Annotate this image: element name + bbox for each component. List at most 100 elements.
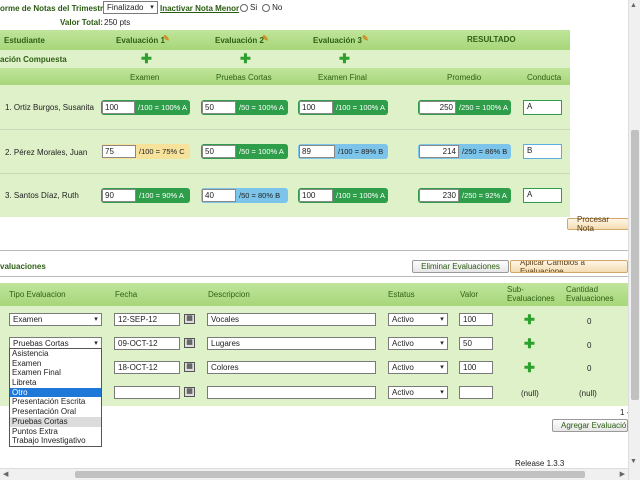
conducta-input[interactable]: A [523,188,562,203]
inactivar-label: Inactivar Nota Menor [160,4,240,13]
descripcion-input[interactable] [207,386,376,399]
section-divider [0,276,628,277]
pencil-icon[interactable]: ✎ [163,34,170,43]
pencil-icon[interactable]: ✎ [362,34,369,43]
tipo-dropdown-list[interactable]: Asistencia Examen Examen Final Libreta O… [9,348,102,447]
eliminar-evaluaciones-button[interactable]: Eliminar Evaluaciones [412,260,509,273]
dropdown-option[interactable]: Libreta [10,378,101,388]
descripcion-input[interactable]: Vocales [207,313,376,326]
radio-no-label: No [272,3,283,12]
score-input[interactable]: 89 [299,145,335,158]
scroll-thumb[interactable] [631,130,639,400]
student-name: 3. Santos Díaz, Ruth [5,191,79,200]
subeval-value: (null) [521,389,539,398]
col-eval2: Evaluación 2 [215,36,264,45]
calendar-icon[interactable]: ▦ [184,314,195,324]
calendar-icon[interactable]: ▦ [184,338,195,348]
dropdown-option[interactable]: Pruebas Cortas [10,416,101,427]
add-subeval-icon[interactable]: ✚ [524,313,535,326]
radio-no[interactable] [262,3,271,12]
dropdown-option[interactable]: Asistencia [10,349,101,359]
score-input[interactable]: 100 [299,101,333,114]
fecha-input[interactable]: 18-OCT-12 [114,361,180,374]
dropdown-option[interactable]: Puntos Extra [10,427,101,437]
row-divider [0,173,570,174]
average-input[interactable]: 250 [419,101,456,114]
score-label: /50 = 100% A [239,103,284,112]
estatus-select[interactable]: Activo ▾ [388,313,448,326]
horizontal-scrollbar[interactable]: ◀ ▶ [0,468,628,480]
col-eval3: Evaluación 3 [313,36,362,45]
add-subeval-icon[interactable]: ✚ [141,52,152,65]
fecha-input[interactable]: 12-SEP-12 [114,313,180,326]
dropdown-option[interactable]: Otro [10,387,101,398]
average-input[interactable]: 230 [419,189,459,202]
score-input[interactable]: 40 [202,189,236,202]
calendar-icon[interactable]: ▦ [184,387,195,397]
score-input[interactable]: 75 [102,145,136,158]
chevron-down-icon: ▾ [440,316,444,323]
valor-input[interactable]: 100 [459,313,493,326]
score-input[interactable]: 100 [102,101,135,114]
dropdown-option[interactable]: Presentación Escrita [10,397,101,407]
score-input[interactable]: 50 [202,145,236,158]
dropdown-option[interactable]: Examen Final [10,368,101,378]
score-input[interactable]: 90 [102,189,136,202]
tipo-select[interactable]: Examen ▾ [9,313,102,326]
procesar-nota-button[interactable]: Procesar Nota [567,215,629,233]
average-label: /250 = 86% B [462,147,508,156]
conducta-input[interactable]: B [523,144,562,159]
average-cell: 214/250 = 86% B [418,144,511,159]
valor-input[interactable]: 100 [459,361,493,374]
score-label: /50 = 100% A [239,147,284,156]
score-label: /100 = 100% A [138,103,187,112]
calendar-icon[interactable]: ▦ [184,362,195,372]
average-input[interactable]: 214 [419,145,459,158]
conducta-input[interactable]: A [523,100,562,115]
subheader-row: Examen Pruebas Cortas Examen Final Prome… [0,68,570,85]
sub-examen: Examen [130,73,160,82]
col-sub: Evaluaciones [507,294,555,303]
add-subeval-icon[interactable]: ✚ [524,361,535,374]
score-cell: 100/100 = 100% A [298,100,388,115]
compuesta-row: ación Compuesta ✚ ✚ ✚ [0,50,570,68]
estatus-select[interactable]: Activo ▾ [388,337,448,350]
estatus-select[interactable]: Activo ▾ [388,361,448,374]
descripcion-input[interactable]: Lugares [207,337,376,350]
valor-input[interactable] [459,386,493,399]
col-estatus: Estatus [388,290,415,299]
average-cell: 230/250 = 92% A [418,188,511,203]
scroll-thumb[interactable] [75,471,585,478]
scroll-right-icon[interactable]: ▶ [620,470,625,478]
score-input[interactable]: 100 [299,189,333,202]
dropdown-option[interactable]: Examen [10,359,101,369]
score-input[interactable]: 50 [202,101,236,114]
score-cell: 90/100 = 90% A [101,188,190,203]
descripcion-input[interactable]: Colores [207,361,376,374]
cantidad-value: 0 [587,364,592,373]
average-label: /250 = 92% A [462,191,507,200]
fecha-input[interactable] [114,386,180,399]
dropdown-option[interactable]: Presentación Oral [10,407,101,417]
add-subeval-icon[interactable]: ✚ [240,52,251,65]
aplicar-cambios-button[interactable]: Aplicar Cambios a Evaluacione [510,260,628,273]
status-select[interactable]: Finalizado ▾ [103,1,158,14]
add-subeval-icon[interactable]: ✚ [524,337,535,350]
agregar-evaluacion-button[interactable]: Agregar Evaluació [552,419,628,432]
dropdown-option[interactable]: Trabajo Investigativo [10,436,101,446]
add-subeval-icon[interactable]: ✚ [339,52,350,65]
estatus-select[interactable]: Activo ▾ [388,386,448,399]
sub-pruebas: Pruebas Cortas [216,73,272,82]
estatus-select-value: Activo [392,363,414,372]
chevron-down-icon: ▾ [440,364,444,371]
radio-si[interactable] [240,3,248,12]
pencil-icon[interactable]: ✎ [262,34,269,43]
chevron-down-icon: ▾ [440,389,444,396]
scroll-up-icon[interactable]: ▲ [630,2,637,9]
vertical-scrollbar[interactable]: ▲ ▼ [628,0,640,480]
fecha-input[interactable]: 09-OCT-12 [114,337,180,350]
scroll-down-icon[interactable]: ▼ [630,458,637,465]
scroll-left-icon[interactable]: ◀ [3,470,8,478]
chevron-down-icon: ▾ [94,316,98,323]
valor-input[interactable]: 50 [459,337,493,350]
